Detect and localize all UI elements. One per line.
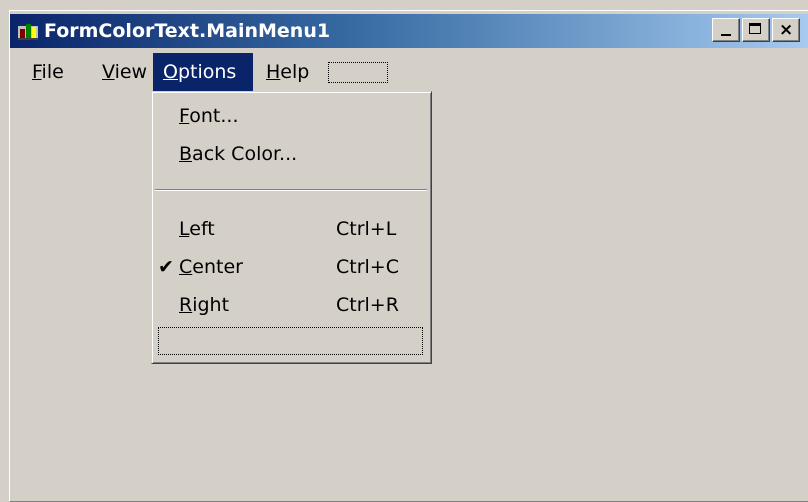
menu-separator <box>155 189 427 191</box>
menu-file-label: ile <box>41 61 64 83</box>
title-bar[interactable]: FormColorText.MainMenu1 <box>10 14 808 48</box>
back-color-mnemonic: B <box>179 143 193 165</box>
menu-options-mnemonic: O <box>163 61 178 83</box>
menu-view-label: iew <box>114 61 148 83</box>
dropdown-new-item-placeholder[interactable] <box>158 327 423 355</box>
options-dropdown-menu: Font... Back Color... Left Ctrl+L ✔ Cent… <box>151 91 432 364</box>
maximize-button[interactable] <box>742 18 770 42</box>
left-mnemonic: L <box>179 218 190 240</box>
app-window: FormColorText.MainMenu1 × File View Opti… <box>0 0 808 502</box>
right-shortcut: Ctrl+R <box>336 294 399 316</box>
app-icon <box>18 24 38 40</box>
center-shortcut: Ctrl+C <box>336 256 399 278</box>
menu-item-back-color[interactable]: Back Color... <box>152 138 431 172</box>
left-shortcut: Ctrl+L <box>336 218 397 240</box>
menu-file[interactable]: File <box>22 53 74 91</box>
menu-help-label: elp <box>280 61 310 83</box>
font-mnemonic: F <box>179 105 190 127</box>
menu-options-label: ptions <box>177 61 237 83</box>
menu-item-font[interactable]: Font... <box>152 100 431 134</box>
menu-help[interactable]: Help <box>256 53 319 91</box>
close-button[interactable]: × <box>772 18 800 42</box>
menu-help-mnemonic: H <box>266 61 281 83</box>
menu-view[interactable]: View <box>92 53 157 91</box>
back-color-label: ack Color... <box>192 143 298 165</box>
minimize-button[interactable] <box>712 18 740 42</box>
center-mnemonic: C <box>179 256 193 278</box>
menu-new-item-placeholder[interactable] <box>328 62 388 83</box>
menu-options[interactable]: Options <box>153 53 253 91</box>
center-label: enter <box>192 256 243 278</box>
left-label: eft <box>189 218 215 240</box>
close-icon: × <box>779 20 794 40</box>
menu-item-left[interactable]: Left Ctrl+L <box>152 213 431 247</box>
menu-item-right[interactable]: Right Ctrl+R <box>152 289 431 323</box>
checkmark-icon: ✔ <box>158 256 174 278</box>
menu-bar: File View Options Help <box>10 53 808 91</box>
right-mnemonic: R <box>179 294 193 316</box>
menu-file-mnemonic: F <box>32 61 42 83</box>
menu-view-mnemonic: V <box>102 61 115 83</box>
right-label: ight <box>192 294 230 316</box>
menu-item-center[interactable]: ✔ Center Ctrl+C <box>152 251 431 285</box>
font-label: ont... <box>189 105 239 127</box>
window-title: FormColorText.MainMenu1 <box>44 20 331 42</box>
